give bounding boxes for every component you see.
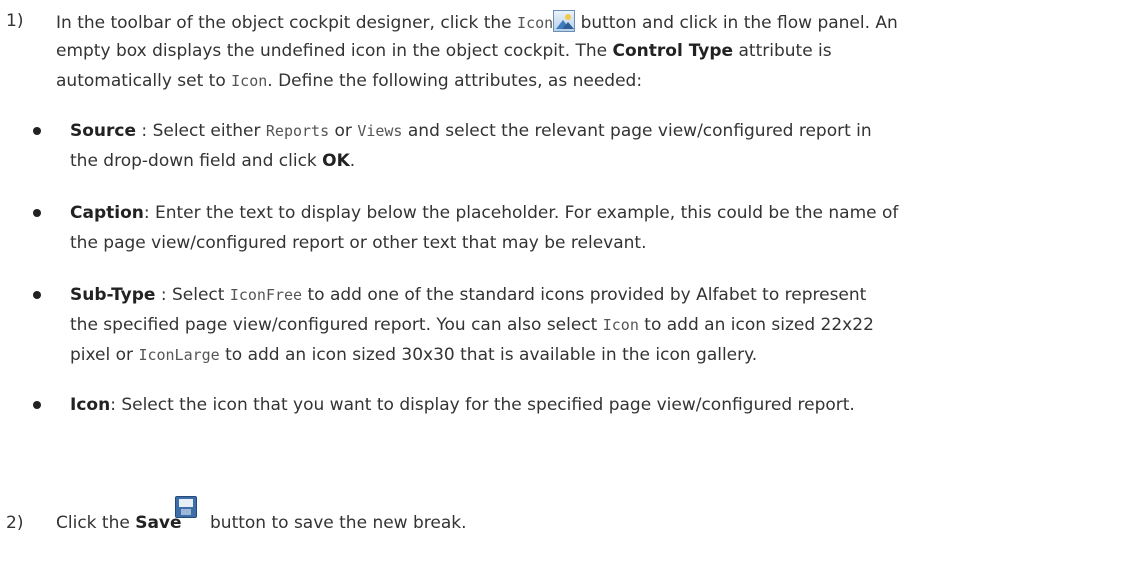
bullet-dot	[33, 401, 41, 409]
image-icon	[553, 10, 576, 32]
save-icon	[175, 496, 197, 518]
control-type-term: Control Type	[612, 41, 734, 61]
bullet-dot	[33, 291, 41, 299]
code-icon: Icon	[517, 14, 554, 32]
step-number: 1)	[6, 11, 24, 31]
bullet-dot	[33, 209, 41, 217]
step-1-line-3: automatically set to Icon. Define the fo…	[56, 71, 643, 91]
step-number: 2)	[6, 513, 24, 533]
step-1-line-2: empty box displays the undefined icon in…	[56, 41, 832, 61]
step-1-line-1: In the toolbar of the object cockpit des…	[56, 10, 898, 34]
bullet-dot	[33, 127, 41, 135]
